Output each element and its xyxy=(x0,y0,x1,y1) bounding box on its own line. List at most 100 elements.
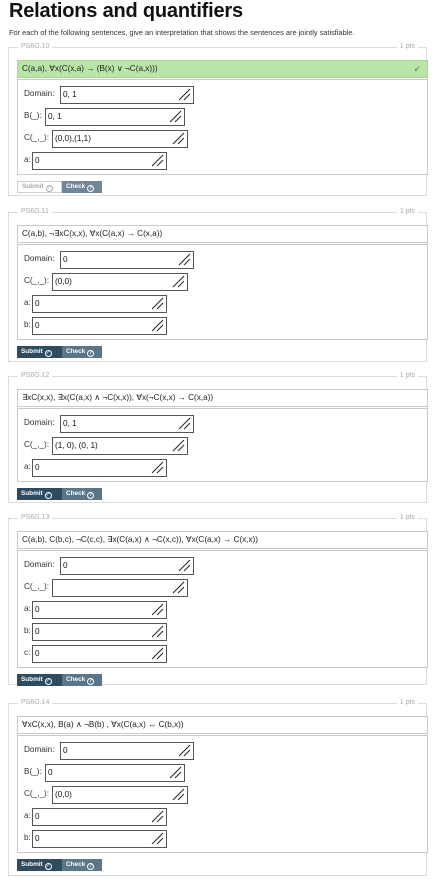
answer-input[interactable]: 0 xyxy=(60,742,194,760)
problem-points: 1 pts xyxy=(396,371,418,381)
answer-input[interactable]: 0 xyxy=(32,295,167,313)
answer-row: C(_,_): (0,0) xyxy=(24,273,404,291)
resize-handle-icon[interactable] xyxy=(150,460,164,474)
resize-handle-icon[interactable] xyxy=(150,153,164,167)
answer-row: a: 0 xyxy=(24,295,404,313)
answer-input[interactable]: 0 xyxy=(60,251,194,269)
answer-row: b: 0 xyxy=(24,317,404,335)
field-label: B(_): xyxy=(24,111,42,120)
answer-input[interactable]: 0 xyxy=(32,601,167,619)
resize-handle-icon[interactable] xyxy=(171,274,185,288)
answer-row: Domain: 0 xyxy=(24,251,404,269)
answer-input[interactable]: (0,0) xyxy=(52,786,188,804)
answer-row: C(_,_): xyxy=(24,579,404,597)
page: Relations and quantifiers For each of th… xyxy=(0,0,448,888)
answer-input[interactable]: (1, 0), (0, 1) xyxy=(52,437,188,455)
answer-input[interactable]: 0 xyxy=(32,623,167,641)
resize-handle-icon[interactable] xyxy=(171,131,185,145)
answer-row: Domain: 0, 1 xyxy=(24,415,404,433)
answer-input[interactable]: 0 xyxy=(32,152,167,170)
field-label: b: xyxy=(24,320,31,329)
answer-input[interactable]: 0, 1 xyxy=(60,415,194,433)
answer-value: 0 xyxy=(35,834,40,843)
resize-handle-icon[interactable] xyxy=(150,318,164,332)
problem-id: PS6G.13 xyxy=(18,513,53,523)
resize-handle-icon[interactable] xyxy=(177,87,191,101)
problem-id: PS6G.12 xyxy=(18,371,53,381)
field-label: a: xyxy=(24,155,31,164)
answer-row: C(_,_): (0,0) xyxy=(24,786,404,804)
check-label: Check xyxy=(66,348,86,355)
answer-value: 0 xyxy=(35,812,40,821)
answer-value: 0 xyxy=(35,156,40,165)
resize-handle-icon[interactable] xyxy=(177,252,191,266)
resize-handle-icon[interactable] xyxy=(150,602,164,616)
answer-panel: Domain: 0 B(_): 0 C(_,_): (0,0) a: 0 b: 0 xyxy=(17,735,428,853)
answer-row: a: 0 xyxy=(24,459,404,477)
answer-input[interactable]: 0 xyxy=(45,764,185,782)
problem-card: PS6G.12 1 pts ∃xC(x,x), ∃x(C(a,x) ∧ ¬C(x,x… xyxy=(8,371,428,503)
resize-handle-icon[interactable] xyxy=(171,787,185,801)
answer-value: 0 xyxy=(63,255,68,264)
statement-text: C(a,a), ∀x(C(x,a) → (B(x) ∨ ¬C(a,x))) xyxy=(22,64,158,73)
field-label: Domain: xyxy=(24,560,55,569)
field-label: Domain: xyxy=(24,89,55,98)
field-label: a: xyxy=(24,462,31,471)
problem-id: PS6G.11 xyxy=(18,207,52,217)
resize-handle-icon[interactable] xyxy=(150,624,164,638)
problem-id: PS6G.14 xyxy=(18,698,53,708)
resize-handle-icon[interactable] xyxy=(177,416,191,430)
resize-handle-icon[interactable] xyxy=(171,580,185,594)
answer-row: Domain: 0 xyxy=(24,557,404,575)
answer-input[interactable]: 0 xyxy=(60,557,194,575)
answer-input[interactable] xyxy=(52,579,188,597)
statement-text: ∀xC(x,x), B(a) ∧ ¬B(b) , ∀x(C(a,x) ↔ C(b… xyxy=(22,720,184,729)
answer-input[interactable]: 0 xyxy=(32,317,167,335)
answer-input[interactable]: 0 xyxy=(32,645,167,663)
answer-input[interactable]: 0 xyxy=(32,808,167,826)
submit-button: Submit ✓ xyxy=(17,181,62,193)
answer-input[interactable]: 0, 1 xyxy=(45,108,185,126)
answer-value: 0 xyxy=(63,746,68,755)
help-circle-icon: ? xyxy=(87,863,95,870)
answer-value: (1, 0), (0, 1) xyxy=(55,441,98,450)
resize-handle-icon[interactable] xyxy=(177,558,191,572)
answer-input[interactable]: (0,0),(1,1) xyxy=(52,130,188,148)
submit-label: Submit xyxy=(21,348,43,355)
resize-handle-icon[interactable] xyxy=(171,438,185,452)
answer-value: 0 xyxy=(35,627,40,636)
problem-points: 1 pts xyxy=(396,207,418,217)
submit-button[interactable]: Submit ✓ xyxy=(17,488,62,500)
resize-handle-icon[interactable] xyxy=(150,831,164,845)
answer-input[interactable]: 0 xyxy=(32,830,167,848)
check-button[interactable]: Check? xyxy=(62,859,102,871)
submit-button[interactable]: Submit ✓ xyxy=(17,346,62,358)
check-button[interactable]: Check? xyxy=(62,674,102,686)
problem-statement: C(a,b), C(b,c), ¬C(c,c), ∃x(C(a,x) ∧ ¬C(… xyxy=(17,531,428,549)
resize-handle-icon[interactable] xyxy=(150,646,164,660)
check-label: Check xyxy=(66,183,86,190)
field-label: C(_,_): xyxy=(24,440,50,449)
resize-handle-icon[interactable] xyxy=(168,765,182,779)
check-button[interactable]: Check? xyxy=(62,346,102,358)
resize-handle-icon[interactable] xyxy=(150,809,164,823)
answer-value: 0 xyxy=(63,561,68,570)
check-button[interactable]: Check? xyxy=(62,181,102,193)
answer-input[interactable]: 0 xyxy=(32,459,167,477)
resize-handle-icon[interactable] xyxy=(150,296,164,310)
answer-row: C(_,_): (1, 0), (0, 1) xyxy=(24,437,404,455)
answer-input[interactable]: (0,0) xyxy=(52,273,188,291)
answer-row: a: 0 xyxy=(24,808,404,826)
check-button[interactable]: Check? xyxy=(62,488,102,500)
submit-button[interactable]: Submit ✓ xyxy=(17,859,62,871)
submit-label: Submit xyxy=(21,490,43,497)
field-label: B(_): xyxy=(24,767,42,776)
check-circle-icon: ✓ xyxy=(45,185,53,192)
submit-button[interactable]: Submit ✓ xyxy=(17,674,62,686)
answer-input[interactable]: 0, 1 xyxy=(60,86,194,104)
resize-handle-icon[interactable] xyxy=(177,743,191,757)
resize-handle-icon[interactable] xyxy=(168,109,182,123)
field-label: C(_,_): xyxy=(24,789,50,798)
answer-value: 0, 1 xyxy=(63,90,77,99)
check-circle-icon: ✓ xyxy=(44,678,52,685)
